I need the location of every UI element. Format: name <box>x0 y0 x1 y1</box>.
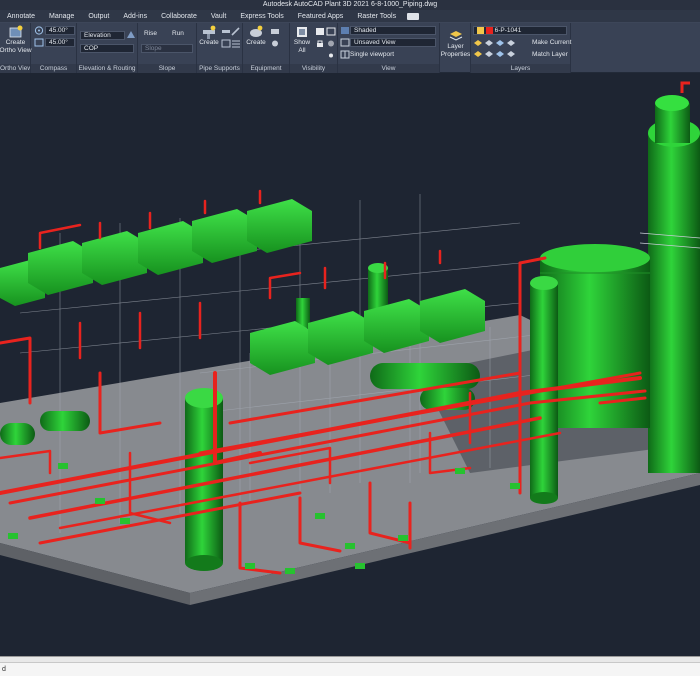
ribbon-empty-area <box>571 23 700 73</box>
create-label: Create <box>5 39 26 46</box>
isolate-icon[interactable] <box>326 27 336 36</box>
named-view-icon <box>340 38 350 47</box>
show-all-button[interactable]: Show All <box>291 25 313 55</box>
transparency-icon[interactable] <box>326 39 336 48</box>
layer-unisolate-icon[interactable] <box>484 50 494 59</box>
visibility-panel: Show All Visibility <box>290 23 338 73</box>
visibility-settings-icon[interactable] <box>326 51 336 60</box>
tab-raster-tools[interactable]: Raster Tools <box>350 10 403 23</box>
ortho-views-panel-title: Ortho Views <box>0 64 30 73</box>
plant-3d-model[interactable] <box>0 73 700 656</box>
compass-panel-title: Compass <box>31 64 76 73</box>
equipment-modify-icon[interactable] <box>270 27 280 36</box>
tab-annotate[interactable]: Annotate <box>0 10 42 23</box>
layer-color-icon <box>485 27 493 34</box>
current-layer-name: 6-P-1041 <box>494 27 522 35</box>
create-pipe-support-button[interactable]: Create <box>199 25 219 47</box>
slope-panel-title: Slope <box>138 64 196 73</box>
hide-icon[interactable] <box>315 27 325 36</box>
match-layer-button[interactable]: Match Layer <box>532 50 568 59</box>
tab-collaborate[interactable]: Collaborate <box>154 10 204 23</box>
pipe-supports-panel: Create Pipe Supports <box>197 23 243 73</box>
layer-freeze-icon[interactable] <box>495 39 505 48</box>
tab-featured-apps[interactable]: Featured Apps <box>291 10 351 23</box>
create-ortho-view-button[interactable]: Create Ortho View <box>0 25 32 55</box>
window-title: Autodesk AutoCAD Plant 3D 2021 6-8-1000_… <box>262 1 438 8</box>
model-viewport[interactable] <box>0 73 700 656</box>
tab-express-tools[interactable]: Express Tools <box>233 10 290 23</box>
cop-field[interactable]: COP <box>80 44 134 53</box>
create-label: Create <box>246 39 266 46</box>
layers-panel: 6-P-1041 Make Current Match Layer Layers <box>471 23 571 73</box>
layer-walk-icon[interactable] <box>495 50 505 59</box>
show-label: Show <box>293 39 311 46</box>
pipe-supports-panel-title: Pipe Supports <box>197 64 242 73</box>
layer-label: Layer <box>447 43 464 50</box>
tab-add-ins[interactable]: Add-ins <box>116 10 154 23</box>
layer-stack-icon <box>449 31 462 41</box>
create-label: Create <box>199 39 219 46</box>
tab-output[interactable]: Output <box>81 10 116 23</box>
layer-lock-icon[interactable] <box>506 39 516 48</box>
layer-isolate-icon[interactable] <box>473 50 483 59</box>
pipe-support-icon <box>203 25 216 39</box>
compass-angle-1[interactable]: 45.00° <box>45 26 75 35</box>
slope-panel: Rise Run Slope Slope <box>138 23 197 73</box>
elevation-field[interactable]: Elevation <box>80 31 125 40</box>
viewport-config-dropdown[interactable]: Single viewport <box>350 50 394 59</box>
properties-label: Properties <box>440 51 471 58</box>
command-line-input[interactable]: d <box>0 662 700 677</box>
viewport-icon <box>340 50 350 59</box>
support-replace-icon[interactable] <box>221 39 231 48</box>
elevation-icon[interactable] <box>126 30 136 39</box>
layer-merge-icon[interactable] <box>506 50 516 59</box>
support-edit-icon[interactable] <box>231 27 241 36</box>
lock-icon[interactable] <box>315 39 325 48</box>
view-panel: Shaded Unsaved View Single viewport View <box>338 23 440 73</box>
ortho-views-panel: Create Ortho View Ortho Views <box>0 23 32 73</box>
layer-on-icon <box>477 27 484 34</box>
compass-panel: 45.00° 45.00° Compass <box>31 23 77 73</box>
create-equipment-button[interactable]: Create <box>244 25 268 47</box>
ortho-view-label: Ortho View <box>0 47 32 54</box>
named-view-dropdown[interactable]: Unsaved View <box>350 38 436 47</box>
ribbon: Create Ortho View Ortho Views 45.00° 45.… <box>0 23 700 73</box>
layer-properties-panel: Layer Properties <box>440 23 471 73</box>
visual-style-icon <box>341 27 349 34</box>
view-panel-title: View <box>338 64 439 73</box>
rise-button[interactable]: Rise <box>144 29 157 38</box>
compass-icon[interactable] <box>34 26 44 35</box>
support-list-icon[interactable] <box>231 39 241 48</box>
equipment-nozzle-icon[interactable] <box>270 39 280 48</box>
equipment-panel: Create Equipment <box>243 23 290 73</box>
command-line-area: d <box>0 656 700 677</box>
visibility-panel-title: Visibility <box>290 64 337 73</box>
snap-angle-icon[interactable] <box>34 38 44 47</box>
title-bar: Autodesk AutoCAD Plant 3D 2021 6-8-1000_… <box>0 0 700 10</box>
make-current-button[interactable]: Make Current <box>532 38 571 47</box>
visual-style-dropdown[interactable]: Shaded <box>350 26 436 35</box>
run-button[interactable]: Run <box>172 29 184 38</box>
slope-field[interactable]: Slope <box>141 44 193 53</box>
layer-properties-button[interactable]: Layer Properties <box>441 29 470 59</box>
ribbon-tab-bar: Annotate Manage Output Add-ins Collabora… <box>0 10 700 23</box>
air-coolers-back-row <box>0 199 312 306</box>
support-tool-icon[interactable] <box>221 27 231 36</box>
elevation-routing-panel-title: Elevation & Routing <box>77 64 137 73</box>
show-all-icon <box>297 27 307 37</box>
status-bar <box>0 676 700 700</box>
all-label: All <box>298 47 306 54</box>
equipment-panel-title: Equipment <box>243 64 289 73</box>
equipment-icon <box>250 25 263 37</box>
layer-off-icon[interactable] <box>484 39 494 48</box>
tab-manage[interactable]: Manage <box>42 10 81 23</box>
ortho-view-icon <box>9 25 22 38</box>
layer-state-icon[interactable] <box>473 39 483 48</box>
current-layer-dropdown[interactable]: 6-P-1041 <box>473 26 567 35</box>
tab-vault[interactable]: Vault <box>204 10 233 23</box>
layers-panel-title: Layers <box>471 64 570 73</box>
elevation-routing-panel: Elevation COP Elevation & Routing <box>77 23 138 73</box>
compass-angle-2[interactable]: 45.00° <box>45 38 75 47</box>
ribbon-minimize-toggle[interactable] <box>407 12 420 20</box>
